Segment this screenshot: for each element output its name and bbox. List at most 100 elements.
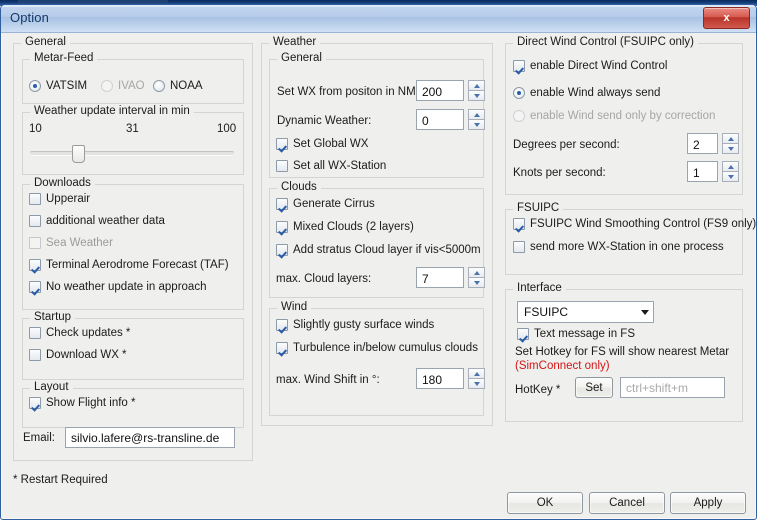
- set-hotkey-button[interactable]: Set: [575, 377, 613, 398]
- checkbox-check-updates-label: Check updates *: [46, 327, 131, 339]
- group-wind-label: Wind: [277, 301, 312, 313]
- apply-button[interactable]: Apply: [670, 492, 746, 514]
- radio-noaa[interactable]: NOAA: [153, 80, 203, 92]
- spin-down-icon[interactable]: [468, 119, 485, 130]
- checkbox-taf[interactable]: Terminal Aerodrome Forecast (TAF): [29, 259, 229, 271]
- radio-noaa-circle: [153, 80, 165, 92]
- hotkey-input[interactable]: [620, 377, 725, 398]
- spin-up-icon[interactable]: [468, 80, 485, 90]
- checkbox-mixed-clouds[interactable]: Mixed Clouds (2 layers): [276, 221, 414, 233]
- checkbox-no-weather-update-approach-box: [29, 281, 41, 293]
- spin-up-icon[interactable]: [468, 267, 485, 277]
- hotkey-label: HotKey *: [515, 384, 561, 396]
- spin-up-icon[interactable]: [468, 109, 485, 119]
- checkbox-no-weather-update-approach[interactable]: No weather update in approach: [29, 281, 206, 293]
- spin-down-icon[interactable]: [468, 277, 485, 288]
- checkbox-turbulence-cumulus-box: [276, 342, 288, 354]
- knots-spin-buttons[interactable]: [722, 161, 739, 182]
- checkbox-no-weather-update-approach-label: No weather update in approach: [46, 281, 207, 293]
- checkbox-gusty-surface-winds-box: [276, 319, 288, 331]
- checkbox-check-updates[interactable]: Check updates *: [29, 327, 130, 339]
- max-wind-shift-input[interactable]: [416, 368, 464, 389]
- set-wx-spinner[interactable]: [416, 80, 485, 101]
- degrees-per-second-input[interactable]: [687, 133, 718, 154]
- group-startup-label: Startup: [30, 311, 76, 323]
- checkbox-mixed-clouds-box: [276, 221, 288, 233]
- max-wind-shift-spinner[interactable]: [416, 368, 485, 389]
- spin-up-icon[interactable]: [468, 368, 485, 378]
- checkbox-upperair[interactable]: Upperair: [29, 193, 90, 205]
- checkbox-generate-cirrus[interactable]: Generate Cirrus: [276, 198, 375, 210]
- checkbox-send-more-wx-station-label: send more WX-Station in one process: [530, 241, 724, 253]
- interface-dropdown[interactable]: FSUIPC: [517, 301, 654, 323]
- checkbox-show-flight-info[interactable]: Show Flight info *: [29, 397, 136, 409]
- spin-down-icon[interactable]: [468, 378, 485, 389]
- checkbox-additional-weather-data[interactable]: additional weather data: [29, 215, 165, 227]
- title-bar-highlight: [1, 5, 756, 7]
- radio-vatsim-circle: [29, 80, 41, 92]
- checkbox-add-stratus-layer[interactable]: Add stratus Cloud layer if vis<5000m: [276, 244, 481, 256]
- radio-wind-always-send[interactable]: enable Wind always send: [513, 87, 660, 99]
- checkbox-send-more-wx-station[interactable]: send more WX-Station in one process: [513, 241, 724, 253]
- checkbox-set-global-wx-box: [276, 138, 288, 150]
- cancel-button[interactable]: Cancel: [589, 492, 665, 514]
- email-label: Email:: [23, 432, 55, 444]
- radio-ivao: IVAO: [101, 80, 145, 92]
- hotkey-info-line2: (SimConnect only): [515, 360, 610, 372]
- slider-max-label: 100: [217, 123, 237, 135]
- checkbox-upperair-box: [29, 193, 41, 205]
- checkbox-gusty-surface-winds[interactable]: Slightly gusty surface winds: [276, 319, 434, 331]
- window-title: Option: [10, 10, 49, 25]
- degrees-spin-buttons[interactable]: [722, 133, 739, 154]
- chevron-down-icon[interactable]: [636, 309, 653, 315]
- group-weather-label: Weather: [269, 36, 321, 48]
- spin-up-icon[interactable]: [722, 133, 739, 143]
- radio-wind-send-by-correction-label: enable Wind send only by correction: [530, 110, 716, 122]
- checkbox-text-message-in-fs[interactable]: Text message in FS: [517, 328, 635, 340]
- checkbox-download-wx[interactable]: Download WX *: [29, 349, 127, 361]
- slider-min-label: 10: [29, 123, 42, 135]
- slider-thumb[interactable]: [72, 145, 85, 163]
- close-icon[interactable]: x: [703, 7, 750, 29]
- weather-interval-slider[interactable]: [30, 144, 234, 163]
- hotkey-info-line1: Set Hotkey for FS will show nearest Meta…: [515, 346, 730, 358]
- checkbox-text-message-in-fs-label: Text message in FS: [534, 328, 635, 340]
- restart-required-note: * Restart Required: [13, 474, 108, 486]
- checkbox-enable-direct-wind-control[interactable]: enable Direct Wind Control: [513, 60, 667, 72]
- checkbox-download-wx-label: Download WX *: [46, 349, 127, 361]
- radio-vatsim[interactable]: VATSIM: [29, 80, 87, 92]
- spin-down-icon[interactable]: [722, 143, 739, 154]
- knots-per-second-input[interactable]: [687, 161, 718, 182]
- spin-down-icon[interactable]: [722, 171, 739, 182]
- max-cloud-layers-input[interactable]: [416, 267, 464, 288]
- checkbox-add-stratus-layer-label: Add stratus Cloud layer if vis<5000m: [293, 244, 481, 256]
- checkbox-turbulence-cumulus[interactable]: Turbulence in/below cumulus clouds: [276, 342, 478, 354]
- dialog-client-area: General Metar-Feed VATSIM IVAO NOAA Weat…: [5, 36, 756, 514]
- max-cloud-layers-spin-buttons[interactable]: [468, 267, 485, 288]
- checkbox-set-all-wx-station-box: [276, 160, 288, 172]
- checkbox-set-all-wx-station-label: Set all WX-Station: [293, 160, 387, 172]
- checkbox-set-global-wx[interactable]: Set Global WX: [276, 138, 368, 150]
- dynamic-weather-spinner[interactable]: [416, 109, 485, 130]
- radio-wind-send-by-correction-circle: [513, 110, 525, 122]
- radio-wind-always-send-circle: [513, 87, 525, 99]
- spin-up-icon[interactable]: [722, 161, 739, 171]
- title-bar[interactable]: Option x: [1, 5, 756, 33]
- spin-down-icon[interactable]: [468, 90, 485, 101]
- checkbox-set-all-wx-station[interactable]: Set all WX-Station: [276, 160, 386, 172]
- checkbox-generate-cirrus-box: [276, 198, 288, 210]
- dynamic-weather-input[interactable]: [416, 109, 464, 130]
- checkbox-show-flight-info-box: [29, 397, 41, 409]
- knots-per-second-spinner[interactable]: [687, 161, 739, 182]
- max-wind-shift-spin-buttons[interactable]: [468, 368, 485, 389]
- set-wx-input[interactable]: [416, 80, 464, 101]
- radio-noaa-label: NOAA: [170, 80, 203, 92]
- email-field[interactable]: [65, 427, 235, 448]
- set-wx-spin-buttons[interactable]: [468, 80, 485, 101]
- dynamic-weather-spin-buttons[interactable]: [468, 109, 485, 130]
- degrees-per-second-spinner[interactable]: [687, 133, 739, 154]
- max-cloud-layers-spinner[interactable]: [416, 267, 485, 288]
- checkbox-send-more-wx-station-box: [513, 241, 525, 253]
- ok-button[interactable]: OK: [507, 492, 583, 514]
- checkbox-fsuipc-wind-smoothing[interactable]: FSUIPC Wind Smoothing Control (FS9 only): [513, 218, 756, 230]
